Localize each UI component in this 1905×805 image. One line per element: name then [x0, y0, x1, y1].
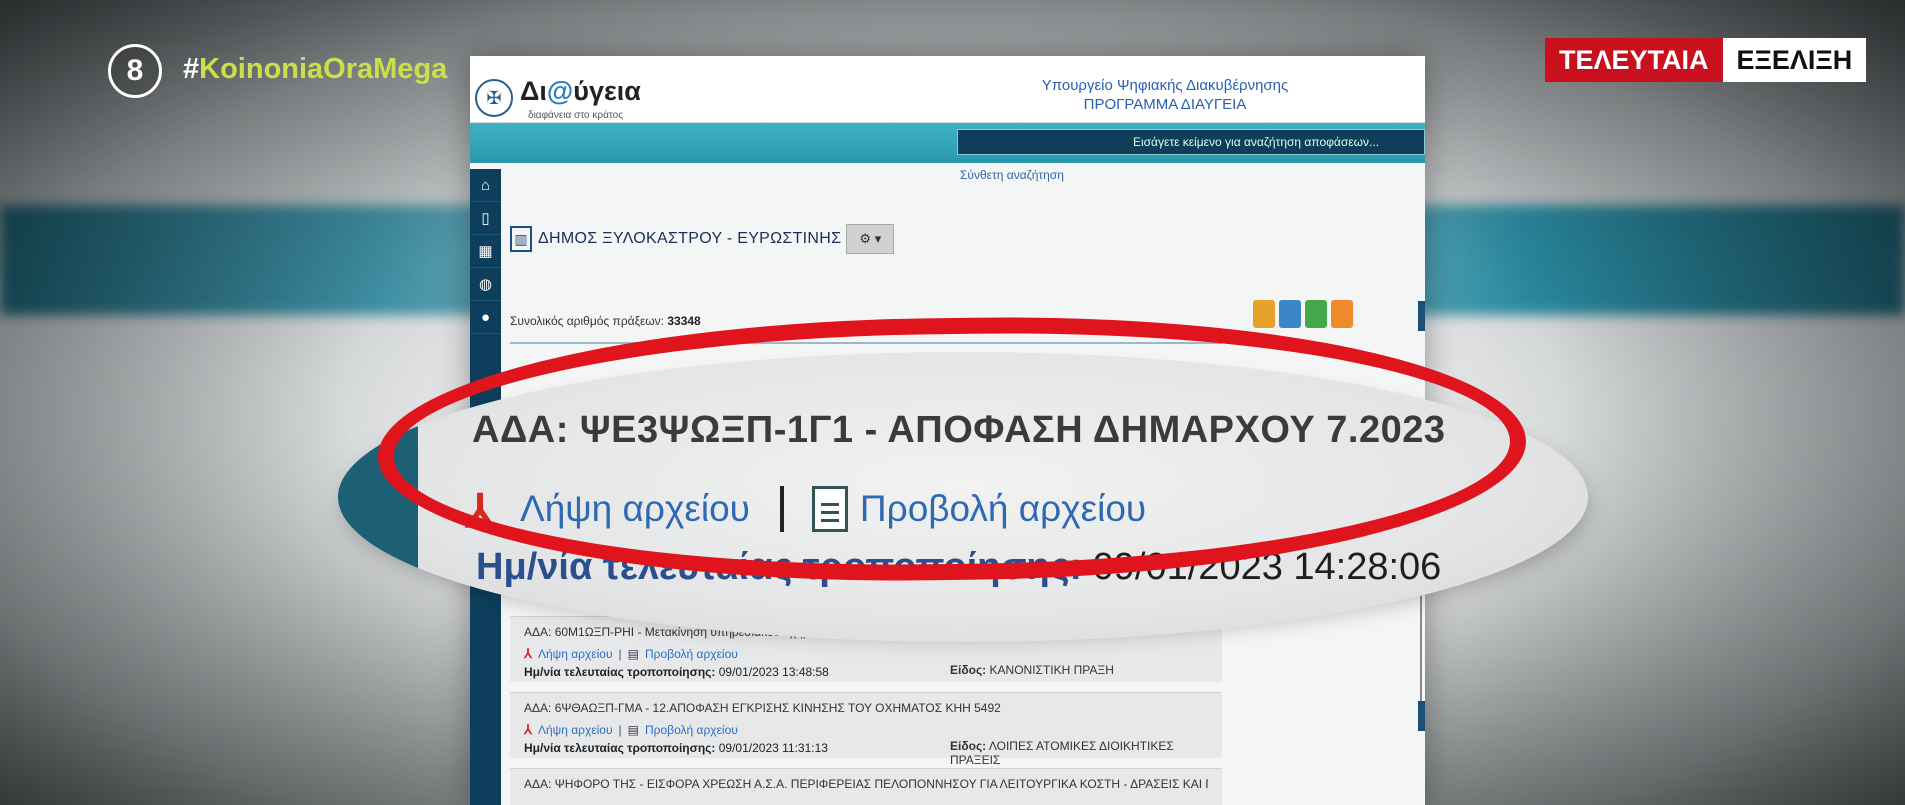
search-input[interactable]: Εισάγετε κείμενο για αναζήτηση αποφάσεων… — [957, 129, 1425, 155]
right-panel-edge — [1418, 301, 1425, 331]
site-header: ✠ Δι@ύγεια διαφάνεια στο κράτος Υπουργεί… — [470, 56, 1425, 123]
greek-emblem-icon: ✠ — [475, 79, 513, 117]
ministry-title: Υπουργείο Ψηφιακής Διακυβέρνησης ΠΡΟΓΡΑΜ… — [1041, 77, 1289, 113]
decision-title[interactable]: ΑΔΑ: ΨΗΦΟΡΟ ΤΗΣ - ΕΙΣΦΟΡΑ ΧΡΕΩΣΗ Α.Σ.Α. … — [524, 777, 1208, 791]
list-item[interactable]: ΑΔΑ: 6ΨΘΑΩΞΠ-ΓΜΑ - 12.ΑΠΟΦΑΣΗ ΕΓΚΡΙΣΗΣ Κ… — [510, 692, 1222, 767]
document-icon: ▤ — [627, 647, 639, 661]
decision-kind: Είδος: ΛΟΙΠΕΣ ΑΤΟΜΙΚΕΣ ΔΙΟΙΚΗΤΙΚΕΣ ΠΡΑΞΕ… — [950, 739, 1174, 767]
pdf-icon: ⅄ — [524, 646, 532, 661]
municipality-header: ▥ ΔΗΜΟΣ ΞΥΛΟΚΑΣΤΡΟΥ - ΕΥΡΩΣΤΙΝΗΣ ⚙ ▾ — [510, 224, 895, 254]
breaking-label-2: ΕΞΕΛΙΞΗ — [1722, 38, 1867, 82]
site-tagline: διαφάνεια στο κράτος — [528, 110, 624, 121]
breaking-label-1: ΤΕΛΕΥΤΑΙΑ — [1545, 38, 1723, 82]
total-acts: Συνολικός αριθμός πράξεων: 33348 — [510, 314, 701, 328]
breaking-news-banner: ΤΕΛΕΥΤΑΙΑ ΕΞΕΛΙΞΗ — [1545, 38, 1867, 82]
export-xls-icon[interactable] — [1253, 300, 1275, 328]
building-icon: ▥ — [510, 226, 532, 252]
settings-dropdown[interactable]: ⚙ ▾ — [846, 224, 895, 254]
bookmark-icon[interactable]: ▯ — [470, 202, 501, 235]
decision-list: ΑΔΑ: 60Μ1ΩΞΠ-ΡΗΙ - Μετακίνηση υπηρεσιακο… — [510, 616, 1222, 805]
search-bar-strip: Εισάγετε κείμενο για αναζήτηση αποφάσεων… — [470, 123, 1425, 163]
advanced-search-link[interactable]: Σύνθετη αναζήτηση — [960, 168, 1064, 182]
download-link[interactable]: Λήψη αρχείου — [538, 723, 613, 737]
view-link[interactable]: Προβολή αρχείου — [645, 723, 738, 737]
rss-icon[interactable] — [1331, 300, 1353, 328]
pdf-icon: ⅄ — [524, 722, 532, 737]
export-icons — [1253, 300, 1353, 328]
channel-logo: 8 — [108, 44, 162, 98]
decision-links: ⅄ Λήψη αρχείου | ▤ Προβολή αρχείου — [524, 722, 1208, 738]
right-panel-line — [1420, 586, 1422, 706]
view-link[interactable]: Προβολή αρχείου — [645, 647, 738, 661]
download-link[interactable]: Λήψη αρχείου — [538, 647, 613, 661]
show-hashtag: #KoinoniaOraMega — [183, 53, 448, 85]
site-logo[interactable]: Δι@ύγεια — [520, 76, 641, 107]
document-icon: ▤ — [627, 723, 639, 737]
separator: | — [618, 647, 622, 661]
grid-icon[interactable]: ▦ — [470, 235, 501, 268]
home-icon[interactable]: ⌂ — [470, 169, 501, 202]
right-panel-edge — [1418, 701, 1425, 731]
municipality-name[interactable]: ΔΗΜΟΣ ΞΥΛΟΚΑΣΤΡΟΥ - ΕΥΡΩΣΤΙΝΗΣ — [538, 230, 841, 248]
separator: | — [618, 723, 622, 737]
list-item[interactable]: ΑΔΑ: ΨΗΦΟΡΟ ΤΗΣ - ΕΙΣΦΟΡΑ ΧΡΕΩΣΗ Α.Σ.Α. … — [510, 768, 1222, 805]
decision-kind: Είδος: ΚΑΝΟΝΙΣΤΙΚΗ ΠΡΑΞΗ — [950, 663, 1114, 677]
decision-links: ⅄ Λήψη αρχείου | ▤ Προβολή αρχείου — [524, 646, 1208, 662]
decision-title[interactable]: ΑΔΑ: 6ΨΘΑΩΞΠ-ΓΜΑ - 12.ΑΠΟΦΑΣΗ ΕΓΚΡΙΣΗΣ Κ… — [524, 701, 1208, 715]
export-doc-icon[interactable] — [1279, 300, 1301, 328]
chat-icon[interactable]: ● — [470, 301, 501, 334]
globe-icon[interactable]: ◍ — [470, 268, 501, 301]
export-csv-icon[interactable] — [1305, 300, 1327, 328]
